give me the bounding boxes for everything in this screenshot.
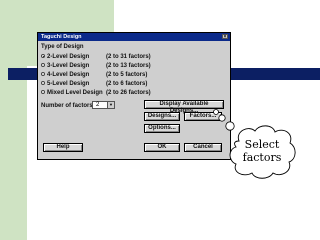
callout-line-1: Select xyxy=(244,138,280,151)
taguchi-design-dialog: Taguchi Design × Type of Design 2-Level … xyxy=(37,32,231,160)
cancel-button[interactable]: Cancel xyxy=(184,143,222,152)
radio-label: 2-Level Design xyxy=(47,54,90,60)
radio-selected-icon[interactable] xyxy=(41,54,45,59)
range-text: (2 to 26 factors) xyxy=(106,90,151,96)
radio-label: 4-Level Design xyxy=(47,72,90,78)
radio-label: 3-Level Design xyxy=(47,63,90,69)
range-text: (2 to 5 factors) xyxy=(106,72,148,78)
chevron-down-icon[interactable]: ▼ xyxy=(107,102,114,108)
callout-text: Select factors xyxy=(227,138,297,164)
designs-button[interactable]: Designs... xyxy=(144,112,180,121)
ok-button[interactable]: OK xyxy=(144,143,180,152)
radio-icon[interactable] xyxy=(41,72,45,77)
type-of-design-label: Type of Design xyxy=(41,44,84,50)
radio-4-level[interactable]: 4-Level Design xyxy=(41,72,89,78)
tail-bubble-medium xyxy=(218,114,226,122)
tail-bubble-small xyxy=(213,109,219,115)
radio-2-level[interactable]: 2-Level Design xyxy=(41,54,89,60)
radio-mixed-level[interactable]: Mixed Level Design xyxy=(41,90,103,96)
options-button[interactable]: Options... xyxy=(144,124,180,133)
dialog-title: Taguchi Design xyxy=(41,34,82,40)
range-text: (2 to 13 factors) xyxy=(106,63,151,69)
number-of-factors-value: 2 xyxy=(96,102,100,108)
radio-icon[interactable] xyxy=(41,90,45,95)
radio-label: 5-Level Design xyxy=(47,81,90,87)
radio-label: Mixed Level Design xyxy=(47,90,103,96)
range-text: (2 to 6 factors) xyxy=(106,81,148,87)
radio-icon[interactable] xyxy=(41,81,45,86)
left-green-strip xyxy=(0,0,27,240)
radio-3-level[interactable]: 3-Level Design xyxy=(41,63,89,69)
number-of-factors-label: Number of factors: xyxy=(41,103,95,109)
number-of-factors-select[interactable]: 2 ▼ xyxy=(92,101,115,109)
close-icon[interactable]: × xyxy=(222,34,228,40)
callout-line-2: factors xyxy=(242,151,282,164)
help-button[interactable]: Help xyxy=(43,143,83,152)
range-text: (2 to 31 factors) xyxy=(106,54,151,60)
radio-icon[interactable] xyxy=(41,63,45,68)
radio-5-level[interactable]: 5-Level Design xyxy=(41,81,89,87)
dialog-titlebar: Taguchi Design × xyxy=(38,33,230,41)
